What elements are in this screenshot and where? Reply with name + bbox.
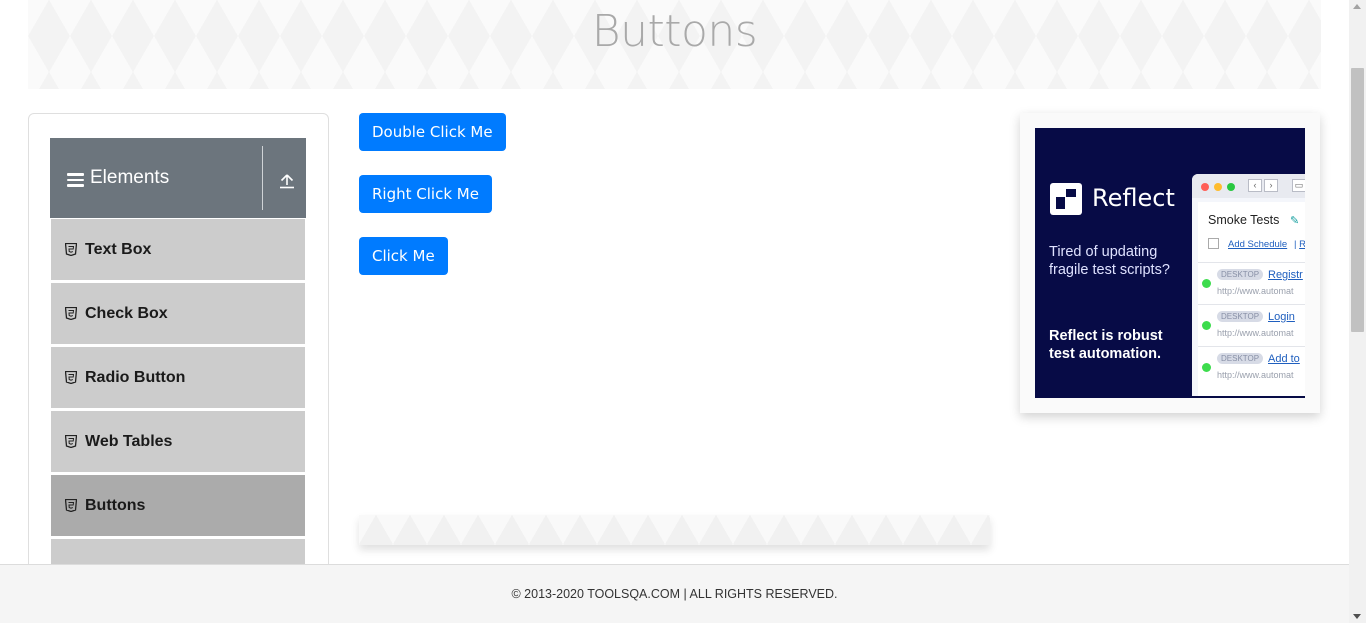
test-link: Registr [1268,269,1303,281]
platform-badge: DESKTOP [1217,269,1264,280]
platform-badge: DESKTOP [1217,353,1264,364]
test-url: http://www.automat [1217,370,1294,380]
back-icon: ‹ [1248,179,1262,192]
reflect-logo-icon [1050,183,1082,215]
test-link: Add to [1268,353,1300,365]
sidebar-item-web-tables[interactable]: Web Tables [51,411,305,473]
ad-container: Reflect Tired of updating fragile test s… [1020,113,1320,413]
sidebar-item-text-box[interactable]: Text Box [51,219,305,281]
group-title: Elements [90,167,170,188]
pencil-icon: ✎ [1290,215,1300,227]
html5-icon [65,243,77,256]
test-link: Login [1268,311,1295,323]
status-dot [1202,321,1211,330]
page-title: Buttons [591,6,758,57]
html5-icon [65,435,77,448]
browser-panel: Smoke Tests ✎ Add Schedule | Ru DESKTOP … [1198,202,1305,396]
sidebar-item-label: Buttons [85,496,146,514]
html5-icon [65,371,77,384]
scrollbar-thumb[interactable] [1351,68,1364,332]
status-dot [1202,363,1211,372]
sidebar-item-radio-button[interactable]: Radio Button [51,347,305,409]
footer-copyright: © 2013-2020 TOOLSQA.COM | ALL RIGHTS RES… [511,587,838,601]
page-banner: Buttons [28,0,1321,89]
ad-tagline: Tired of updating fragile test scripts? [1049,244,1170,278]
group-header-elements[interactable]: Elements [50,138,306,218]
footer: © 2013-2020 TOOLSQA.COM | ALL RIGHTS RES… [0,564,1349,623]
sidebar-item-label: Text Box [85,240,152,258]
reflect-ad[interactable]: Reflect Tired of updating fragile test s… [1035,128,1305,398]
add-schedule-link: Add Schedule [1228,239,1288,250]
browser-titlebar: ‹ › ▭ [1192,174,1305,198]
html5-icon [65,499,77,512]
test-row: DESKTOP Registr http://www.automat [1198,262,1305,304]
header-divider [262,146,263,210]
test-url: http://www.automat [1217,286,1294,296]
test-row: DESKTOP Login http://www.automat [1198,304,1305,346]
panel-title: Smoke Tests [1208,213,1280,227]
page: Buttons Elements Text Box Check Box Radi… [0,0,1366,623]
hamburger-icon [67,173,84,187]
click-button[interactable]: Click Me [359,237,448,275]
platform-badge: DESKTOP [1217,311,1264,322]
page-scrollbar[interactable] [1349,0,1366,623]
calendar-icon [1208,238,1219,249]
double-click-button[interactable]: Double Click Me [359,113,506,151]
status-dot [1202,279,1211,288]
sidebar-item-buttons[interactable]: Buttons [51,475,305,537]
ad-browser-mockup: ‹ › ▭ Smoke Tests ✎ Add Schedule | Ru DE… [1192,174,1305,396]
ad-brand: Reflect [1092,184,1175,212]
scroll-down-icon[interactable] [1353,614,1361,619]
sidebar: Elements Text Box Check Box Radio Button… [28,113,329,573]
ad-pitch: Reflect is robust test automation. [1049,328,1163,362]
upload-arrow-icon[interactable] [278,172,296,190]
test-url: http://www.automat [1217,328,1294,338]
sidebar-item-label: Radio Button [85,368,186,386]
right-click-button[interactable]: Right Click Me [359,175,492,213]
scroll-up-icon[interactable] [1353,4,1361,9]
sidebar-toggle-icon: ▭ [1292,179,1305,192]
run-link-fragment: | Ru [1294,239,1305,250]
sidebar-item-label: Web Tables [85,432,173,450]
forward-icon: › [1264,179,1278,192]
html5-icon [65,307,77,320]
sidebar-item-label: Check Box [85,304,168,322]
ad-strip-placeholder [359,515,990,545]
test-row: DESKTOP Add to http://www.automat [1198,346,1305,388]
sidebar-item-check-box[interactable]: Check Box [51,283,305,345]
